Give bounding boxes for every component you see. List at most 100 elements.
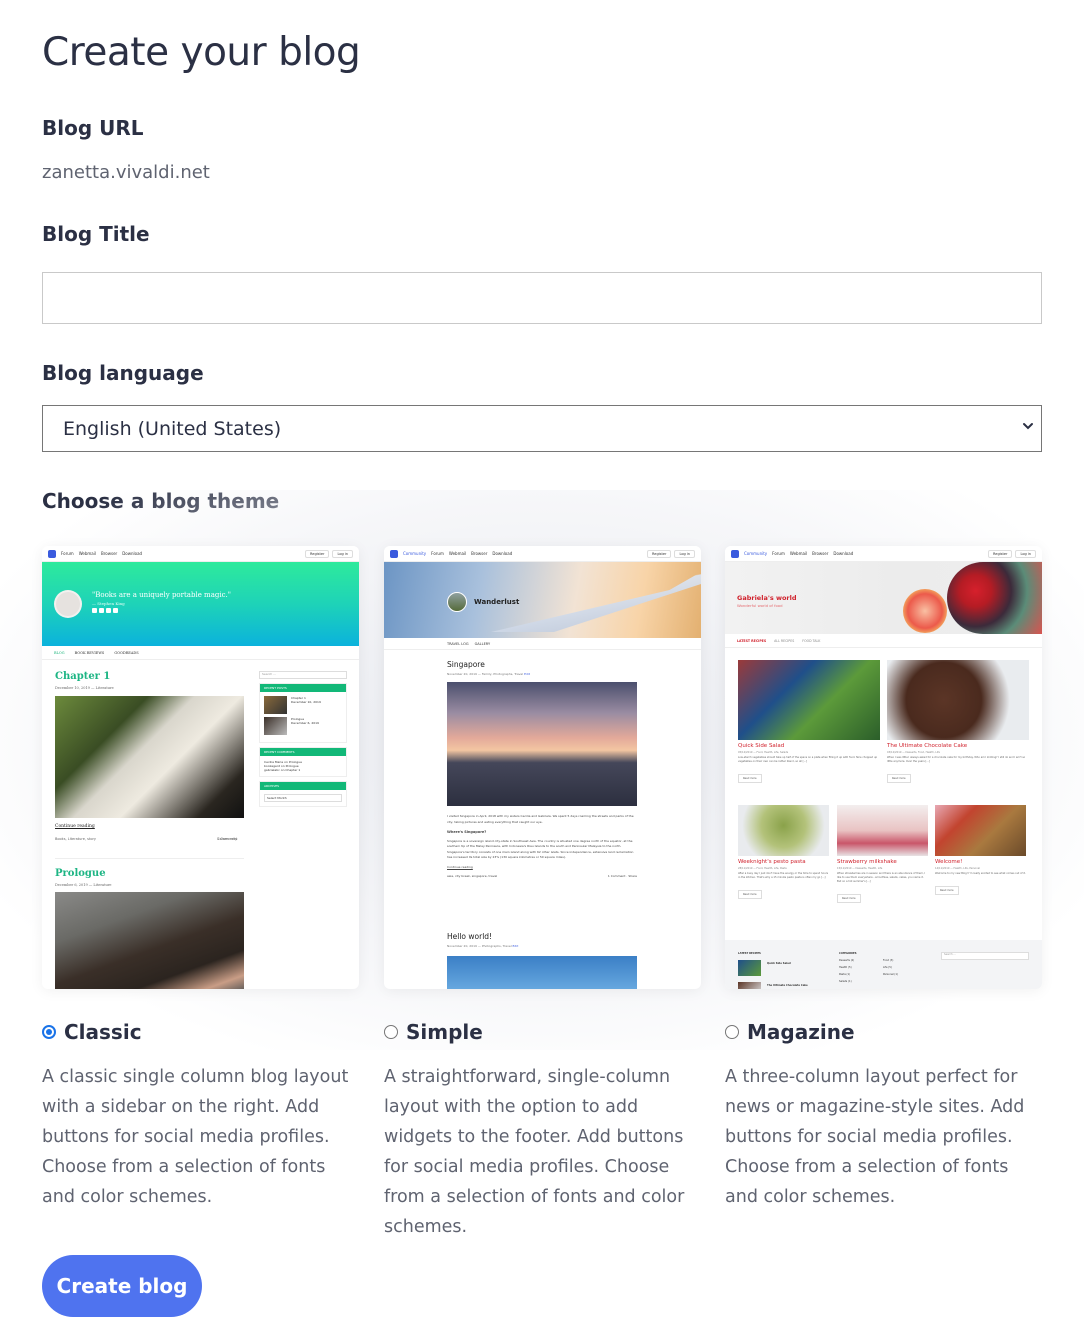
- thumb-image: [264, 717, 287, 735]
- preview-recipe-card: Weeknight's pesto pasta 28/11/2019 — Foo…: [738, 805, 829, 899]
- preview-subnav-item: TRAVEL LOG: [447, 641, 469, 646]
- recipe-meta: 15/11/2019 — Desserts, Health, Life: [837, 867, 883, 870]
- pesto-pasta-image: [738, 805, 829, 856]
- recent-comment: gabrielabc on Chapter 1: [264, 768, 301, 772]
- footer-latest-item: The Ultimate Chocolate Cake: [767, 984, 808, 987]
- theme-preview-simple[interactable]: Community Forum Webmail Browser Download…: [384, 546, 701, 989]
- preview-avatar: [447, 592, 467, 612]
- preview-social-icons: [92, 608, 118, 613]
- footer-category: Food (3): [883, 959, 894, 962]
- blog-title-input[interactable]: [42, 272, 1042, 324]
- preview-footer: LATEST RECIPES Quick Side Salad The Ulti…: [725, 940, 1042, 989]
- footer-category: Salads (1): [839, 980, 852, 983]
- theme-description-magazine: A three-column layout perfect for news o…: [725, 1067, 1025, 1207]
- milkshake-image: [837, 805, 928, 856]
- preview-search: Search ...: [259, 671, 347, 679]
- preview-blog-name: Gabriela's world: [737, 594, 797, 602]
- strawberry-bowl-image: [947, 562, 1042, 634]
- recipe-title: The Ultimate Chocolate Cake: [887, 743, 968, 749]
- theme-name-simple: Simple: [406, 1020, 483, 1044]
- theme-name-classic: Classic: [64, 1020, 142, 1044]
- radio-magazine[interactable]: [725, 1025, 739, 1039]
- preview-post-tags: Books, Literature, story: [55, 837, 96, 841]
- preview-post-meta: November 20, 2019 — Family, Photographs,…: [447, 672, 524, 676]
- footer-thumb: [738, 960, 761, 976]
- pinterest-icon: [106, 608, 111, 613]
- recipe-read-more: Read more: [935, 886, 959, 895]
- preview-post-title: Singapore: [447, 660, 485, 669]
- preview-nav-webmail: Webmail: [448, 551, 467, 556]
- preview-subnav-item: ALL RECIPES: [774, 638, 795, 643]
- preview-login: Log in: [1015, 549, 1036, 558]
- preview-post-share: Share: [628, 874, 637, 878]
- preview-hello-world-image: [447, 956, 637, 989]
- footer-category: Pasta (1): [839, 973, 851, 976]
- blog-language-selected: English (United States): [63, 417, 282, 440]
- preview-blog-name: Wanderlust: [474, 598, 520, 606]
- recipe-read-more: Read more: [738, 774, 762, 783]
- theme-preview-magazine[interactable]: Community Forum Webmail Browser Download…: [725, 546, 1042, 989]
- preview-subnav-item: BLOG: [54, 650, 65, 655]
- preview-tagline: Wonderful world of food: [737, 603, 783, 608]
- preview-subnav: BLOG BOOK REVIEWS GOODREADS: [42, 646, 359, 660]
- widget-heading: ARCHIVES: [260, 782, 346, 790]
- preview-nav-browser: Browser: [471, 551, 488, 556]
- preview-continue-reading: Continue reading: [55, 824, 95, 829]
- blog-url-value: zanetta.vivaldi.net: [42, 162, 210, 183]
- preview-post-title: Chapter 1: [55, 671, 111, 682]
- recipe-title: Weeknight's pesto pasta: [738, 859, 806, 865]
- preview-nav-webmail: Webmail: [789, 551, 808, 556]
- recipe-read-more: Read more: [837, 894, 861, 903]
- create-blog-button[interactable]: Create blog: [42, 1255, 202, 1317]
- preview-subnav: TRAVEL LOG GALLERY: [384, 638, 701, 650]
- chocolate-cake-image: [887, 660, 1029, 740]
- theme-preview-classic[interactable]: Community Forum Webmail Browser Download…: [42, 546, 359, 989]
- youtube-icon: [113, 608, 118, 613]
- recent-post-date: December 10, 2019: [291, 700, 321, 704]
- theme-option-magazine[interactable]: Magazine: [725, 1020, 855, 1044]
- preview-widget-recent-comments: RECENT COMMENTS Cecilia Marie on Prologu…: [259, 747, 347, 777]
- recipe-meta: 14/11/2019 — Health, Life, Personal: [935, 867, 981, 870]
- salad-image: [738, 660, 880, 740]
- preview-post-comments: 1 Comment: [217, 837, 238, 841]
- archives-select: Select Month: [264, 794, 342, 802]
- theme-description-classic: A classic single column blog layout with…: [42, 1067, 349, 1207]
- footer-category: Personal (1): [883, 973, 898, 976]
- preview-recipe-card: The Ultimate Chocolate Cake 03/12/2019 —…: [887, 660, 1029, 783]
- blog-language-select[interactable]: English (United States): [42, 405, 1042, 452]
- preview-post-intro: I visited Singapore in April, 2018 with …: [447, 814, 634, 824]
- recipe-read-more: Read more: [738, 890, 762, 899]
- page-title: Create your blog: [42, 30, 361, 75]
- preview-nav-download: Download: [833, 551, 854, 556]
- widget-heading: RECENT POSTS: [260, 684, 346, 692]
- recipe-title: Quick Side Salad: [738, 743, 785, 749]
- theme-option-classic[interactable]: Classic: [42, 1020, 142, 1044]
- recipe-read-more: Read more: [887, 774, 911, 783]
- preview-nav-forum: Forum: [61, 551, 74, 556]
- preview-hero: Wanderlust: [384, 562, 701, 638]
- preview-avatar: [54, 590, 82, 618]
- preview-subnav-item: GALLERY: [474, 641, 491, 646]
- preview-singapore-image: [447, 682, 637, 806]
- grapefruit-image: [903, 589, 947, 633]
- preview-nav-community: Community: [403, 551, 427, 556]
- radio-classic[interactable]: [42, 1025, 56, 1039]
- footer-heading: CATEGORIES: [839, 952, 857, 955]
- preview-post-tags: asia, city break, singapore, travel: [447, 874, 498, 878]
- footer-heading: LATEST RECIPES: [738, 952, 761, 955]
- footer-search: Search ...: [941, 952, 1029, 960]
- theme-name-magazine: Magazine: [747, 1020, 855, 1044]
- recipe-excerpt: Welcome to my new Blog! I'm really excit…: [935, 872, 1026, 875]
- preview-top-nav: Community Forum Webmail Browser Download…: [42, 546, 359, 841]
- recipe-meta: 28/11/2019 — Food, Health, Life, Pasta: [738, 867, 787, 870]
- radio-simple[interactable]: [384, 1025, 398, 1039]
- preview-nav-forum: Forum: [431, 551, 444, 556]
- instagram-icon: [99, 608, 104, 613]
- preview-post-title: Hello world!: [447, 932, 493, 941]
- theme-option-simple[interactable]: Simple: [384, 1020, 483, 1044]
- recent-post-date: December 6, 2019: [291, 721, 319, 725]
- preview-subnav: LATEST RECIPES ALL RECIPES FOOD TALK: [725, 634, 1042, 648]
- preview-hero: Gabriela's world Wonderful world of food: [725, 562, 1042, 634]
- preview-register: Register: [305, 549, 330, 558]
- recipe-excerpt: When I was little I always asked for a c…: [887, 756, 1026, 763]
